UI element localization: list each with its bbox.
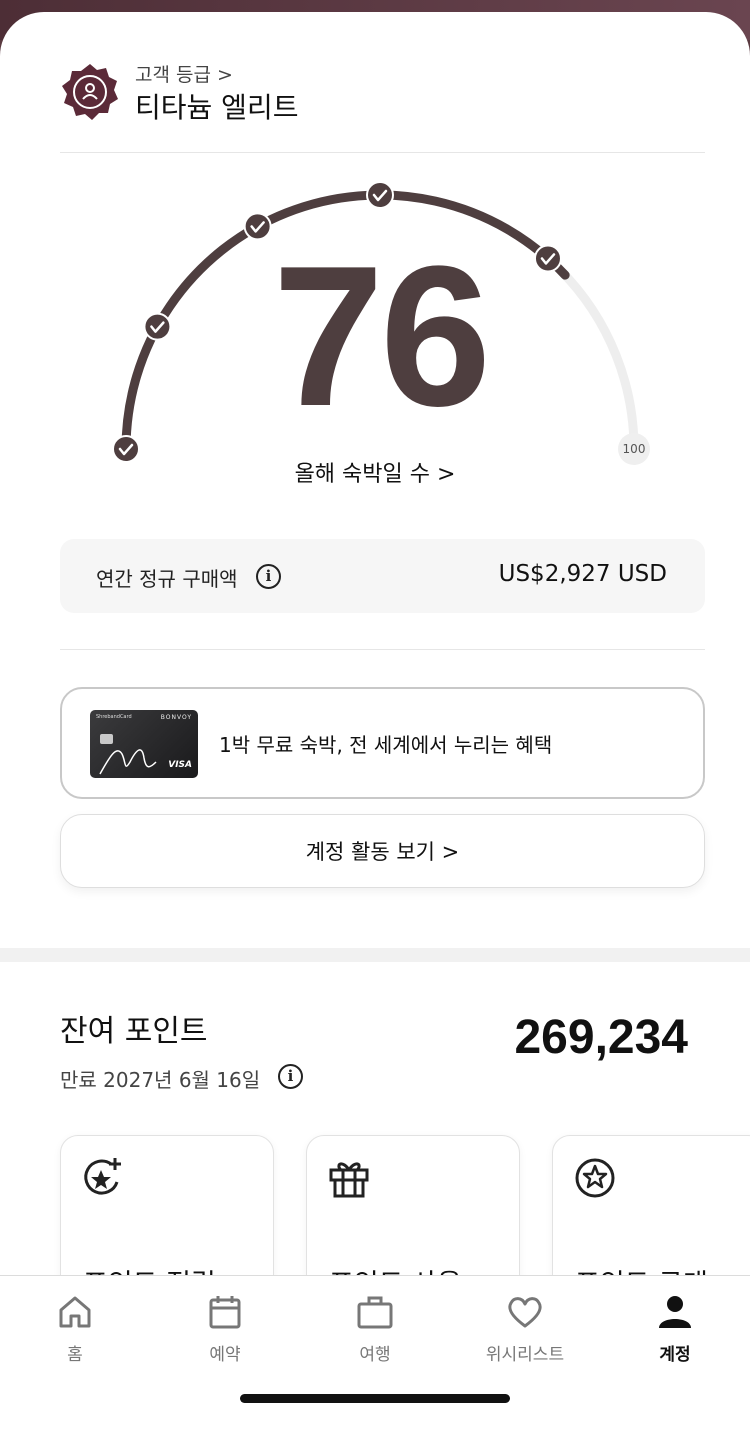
tab-label: 위시리스트: [485, 1345, 565, 1365]
points-title: 잔여 포인트: [60, 1014, 208, 1049]
tab-label: 홈: [67, 1345, 83, 1365]
gift-icon: [329, 1162, 369, 1198]
tab-home[interactable]: 홈: [0, 1294, 150, 1365]
tab-label: 계정: [659, 1345, 691, 1365]
gauge-max-label: 100: [618, 433, 650, 465]
bottom-tab-bar: 홈 예약 여행 위시리스트 계정: [0, 1275, 750, 1432]
points-expiry: 만료 2027년 6월 16일: [60, 1068, 261, 1092]
view-account-activity-button[interactable]: 계정 활동 보기 >: [60, 814, 705, 888]
tab-trips[interactable]: 여행: [300, 1294, 450, 1365]
tab-wishlist[interactable]: 위시리스트: [450, 1294, 600, 1365]
annual-spend-label: 연간 정규 구매액: [96, 567, 238, 591]
info-icon[interactable]: i: [278, 1064, 303, 1089]
card-brand-left: ShrebandCard: [96, 714, 132, 720]
card-signature-icon: [99, 749, 157, 775]
tab-account[interactable]: 계정: [600, 1294, 750, 1365]
tab-label: 예약: [209, 1345, 241, 1365]
section-separator: [0, 948, 750, 962]
milestone-check-icon: [366, 181, 394, 209]
milestone-check-icon: [112, 435, 140, 463]
divider: [60, 649, 705, 650]
promo-text: 1박 무료 숙박, 전 세계에서 누리는 혜택: [219, 733, 553, 757]
star-plus-icon: [84, 1158, 121, 1195]
card-network-logo: VISA: [168, 760, 192, 770]
milestone-check-icon: [533, 244, 562, 273]
tab-reservations[interactable]: 예약: [150, 1294, 300, 1365]
home-icon: [59, 1296, 91, 1328]
tab-label: 여행: [359, 1345, 391, 1365]
star-circle-icon: [575, 1158, 615, 1198]
info-icon[interactable]: i: [256, 564, 281, 589]
home-indicator: [240, 1394, 510, 1403]
suitcase-icon: [357, 1296, 393, 1329]
credit-card-image: ShrebandCard BONVOY VISA: [90, 710, 198, 778]
nights-this-year-link[interactable]: 올해 숙박일 수 >: [230, 456, 520, 488]
card-brand-right: BONVOY: [160, 714, 192, 721]
credit-card-promo[interactable]: ShrebandCard BONVOY VISA 1박 무료 숙박, 전 세계에…: [60, 687, 705, 799]
person-icon: [659, 1296, 691, 1328]
points-balance: 269,234: [514, 1011, 688, 1064]
annual-spend-row: 연간 정규 구매액 i US$2,927 USD: [60, 539, 705, 613]
milestone-check-icon: [143, 312, 172, 341]
account-sheet: 고객 등급 > 티타늄 엘리트 76 100 올해 숙박일 수 > 연간 정규 …: [0, 12, 750, 1432]
milestone-check-icon: [243, 212, 272, 241]
annual-spend-value: US$2,927 USD: [498, 561, 667, 587]
nights-count: 76: [272, 225, 491, 448]
calendar-icon: [209, 1296, 241, 1329]
heart-icon: [508, 1297, 542, 1328]
